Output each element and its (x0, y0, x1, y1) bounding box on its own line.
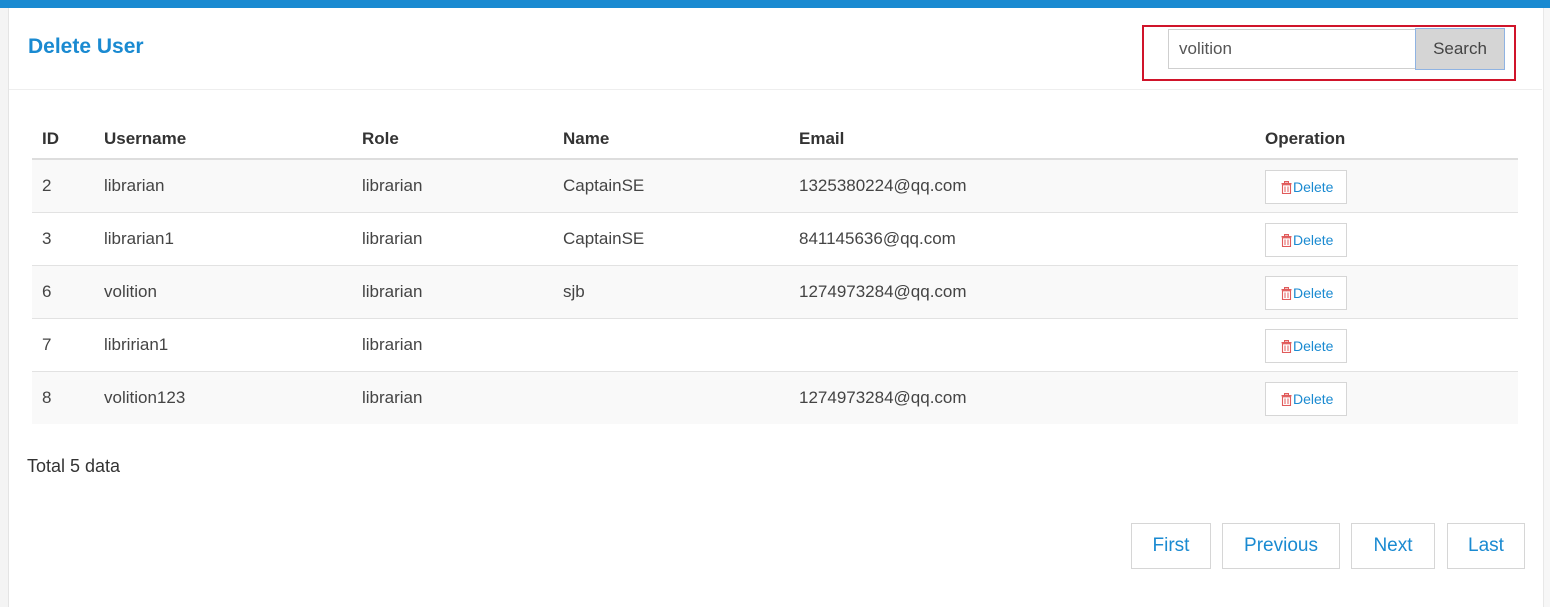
cell-operation: Delete (1255, 371, 1518, 424)
table-row: 2 librarian librarian CaptainSE 13253802… (32, 159, 1518, 213)
cell-name: CaptainSE (553, 159, 789, 213)
trash-icon (1281, 180, 1292, 194)
right-scroll-edge (1543, 8, 1550, 607)
cell-email: 841145636@qq.com (789, 212, 1255, 266)
cell-id: 6 (32, 265, 94, 319)
cell-id: 8 (32, 371, 94, 424)
cell-operation: Delete (1255, 318, 1518, 372)
cell-username: volition123 (94, 371, 352, 424)
table-row: 6 volition librarian sjb 1274973284@qq.c… (32, 265, 1518, 319)
delete-button-label: Delete (1293, 285, 1334, 301)
cell-role: librarian (352, 265, 553, 319)
previous-page-button[interactable]: Previous (1222, 523, 1340, 569)
first-page-button[interactable]: First (1131, 523, 1211, 569)
search-form: Search (1142, 25, 1516, 81)
trash-icon (1281, 339, 1292, 353)
search-input[interactable] (1168, 29, 1416, 69)
cell-role: librarian (352, 159, 553, 213)
column-header-role: Role (352, 120, 553, 160)
table-row: 3 librarian1 librarian CaptainSE 8411456… (32, 212, 1518, 266)
cell-username: libririan1 (94, 318, 352, 372)
column-header-username: Username (94, 120, 352, 160)
cell-operation: Delete (1255, 265, 1518, 319)
cell-username: librarian1 (94, 212, 352, 266)
cell-operation: Delete (1255, 159, 1518, 213)
cell-email: 1274973284@qq.com (789, 265, 1255, 319)
delete-button[interactable]: Delete (1265, 382, 1348, 416)
delete-button[interactable]: Delete (1265, 170, 1348, 204)
delete-button[interactable]: Delete (1265, 223, 1348, 257)
trash-icon (1281, 233, 1292, 247)
cell-email: 1274973284@qq.com (789, 371, 1255, 424)
table-row: 8 volition123 librarian 1274973284@qq.co… (32, 371, 1518, 424)
cell-operation: Delete (1255, 212, 1518, 266)
cell-role: librarian (352, 318, 553, 372)
total-count-text: Total 5 data (27, 456, 121, 476)
trash-icon (1281, 286, 1292, 300)
delete-button[interactable]: Delete (1265, 329, 1348, 363)
column-header-name: Name (553, 120, 789, 160)
page-title: Delete User (28, 35, 144, 58)
last-page-button[interactable]: Last (1447, 523, 1525, 569)
cell-name (553, 318, 789, 372)
cell-name: sjb (553, 265, 789, 319)
cell-email: 1325380224@qq.com (789, 159, 1255, 213)
search-button[interactable]: Search (1415, 28, 1505, 70)
delete-button-label: Delete (1293, 232, 1334, 248)
delete-button-label: Delete (1293, 391, 1334, 407)
panel-header: Delete User Search (9, 8, 1542, 90)
cell-id: 3 (32, 212, 94, 266)
top-accent-bar (0, 0, 1550, 8)
cell-name (553, 371, 789, 424)
column-header-operation: Operation (1255, 120, 1518, 160)
cell-role: librarian (352, 371, 553, 424)
cell-username: volition (94, 265, 352, 319)
trash-icon (1281, 392, 1292, 406)
delete-button-label: Delete (1293, 338, 1334, 354)
table-header-row: ID Username Role Name Email Operation (32, 120, 1518, 160)
left-sidebar-edge (0, 8, 9, 607)
cell-id: 7 (32, 318, 94, 372)
cell-id: 2 (32, 159, 94, 213)
cell-role: librarian (352, 212, 553, 266)
cell-username: librarian (94, 159, 352, 213)
cell-email (789, 318, 1255, 372)
delete-user-panel: Delete User Search ID Username Role Name… (9, 8, 1542, 607)
cell-name: CaptainSE (553, 212, 789, 266)
delete-button-label: Delete (1293, 179, 1334, 195)
column-header-email: Email (789, 120, 1255, 160)
delete-button[interactable]: Delete (1265, 276, 1348, 310)
users-table: ID Username Role Name Email Operation 2 … (32, 120, 1518, 424)
table-row: 7 libririan1 librarian Delete (32, 318, 1518, 372)
next-page-button[interactable]: Next (1351, 523, 1435, 569)
column-header-id: ID (32, 120, 94, 160)
